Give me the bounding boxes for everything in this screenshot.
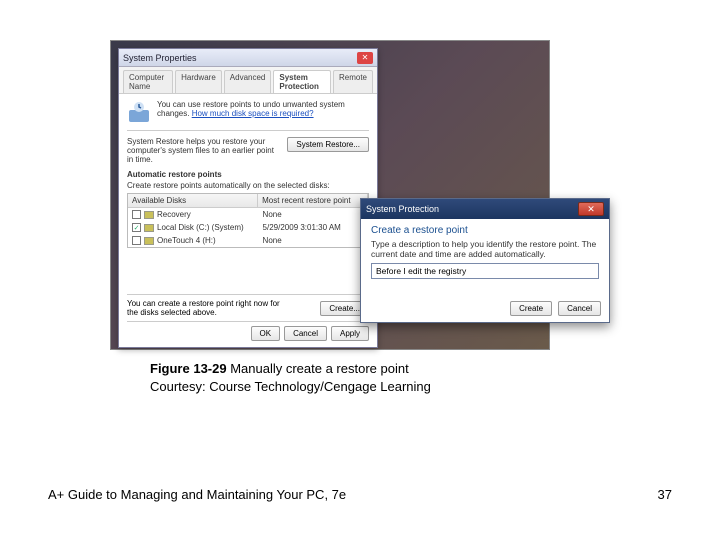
restore-description: System Restore helps you restore your co… bbox=[127, 137, 281, 164]
tab-system-protection[interactable]: System Protection bbox=[273, 70, 331, 93]
drive-icon bbox=[144, 224, 154, 232]
dialog-title: System Protection bbox=[366, 204, 439, 214]
drive-icon bbox=[144, 237, 154, 245]
checkbox-icon[interactable]: ✓ bbox=[132, 223, 141, 232]
create-description: You can create a restore point right now… bbox=[127, 299, 287, 317]
automatic-description: Create restore points automatically on t… bbox=[127, 181, 369, 190]
window-title: System Properties bbox=[123, 53, 197, 63]
drive-icon bbox=[144, 211, 154, 219]
table-header: Available Disks Most recent restore poin… bbox=[128, 194, 368, 208]
restore-point-description-input[interactable] bbox=[371, 263, 599, 279]
col-available-disks: Available Disks bbox=[128, 194, 258, 207]
disks-table: Available Disks Most recent restore poin… bbox=[127, 193, 369, 248]
apply-button[interactable]: Apply bbox=[331, 326, 369, 341]
table-row[interactable]: ✓Local Disk (C:) (System) 5/29/2009 3:01… bbox=[128, 221, 368, 234]
tab-strip: Computer Name Hardware Advanced System P… bbox=[119, 67, 377, 94]
footer-book-title: A+ Guide to Managing and Maintaining You… bbox=[48, 487, 346, 502]
table-row[interactable]: Recovery None bbox=[128, 208, 368, 221]
system-properties-window: System Properties ✕ Computer Name Hardwa… bbox=[118, 48, 378, 348]
dialog-buttons: OK Cancel Apply bbox=[127, 321, 369, 341]
system-properties-titlebar: System Properties ✕ bbox=[119, 49, 377, 67]
system-restore-button[interactable]: System Restore... bbox=[287, 137, 369, 152]
tab-advanced[interactable]: Advanced bbox=[224, 70, 272, 93]
checkbox-icon[interactable] bbox=[132, 236, 141, 245]
create-restore-point-dialog: System Protection ✕ Create a restore poi… bbox=[360, 198, 610, 323]
tab-remote[interactable]: Remote bbox=[333, 70, 373, 93]
page-number: 37 bbox=[658, 487, 672, 502]
cancel-button[interactable]: Cancel bbox=[284, 326, 327, 341]
checkbox-icon[interactable] bbox=[132, 210, 141, 219]
dialog-description: Type a description to help you identify … bbox=[371, 239, 599, 259]
system-properties-body: You can use restore points to undo unwan… bbox=[119, 94, 377, 254]
close-icon[interactable]: ✕ bbox=[578, 202, 604, 216]
dialog-heading: Create a restore point bbox=[371, 225, 599, 236]
dialog-titlebar: System Protection ✕ bbox=[361, 199, 609, 219]
table-row[interactable]: OneTouch 4 (H:) None bbox=[128, 234, 368, 247]
create-row: You can create a restore point right now… bbox=[127, 294, 369, 317]
automatic-heading: Automatic restore points bbox=[127, 170, 369, 179]
dialog-create-button[interactable]: Create bbox=[510, 301, 552, 316]
tab-hardware[interactable]: Hardware bbox=[175, 70, 222, 93]
close-icon[interactable]: ✕ bbox=[357, 52, 373, 64]
dialog-cancel-button[interactable]: Cancel bbox=[558, 301, 601, 316]
ok-button[interactable]: OK bbox=[251, 326, 281, 341]
disk-space-link[interactable]: How much disk space is required? bbox=[192, 109, 314, 118]
courtesy-line: Courtesy: Course Technology/Cengage Lear… bbox=[150, 379, 431, 394]
col-most-recent: Most recent restore point bbox=[258, 194, 368, 207]
divider bbox=[127, 130, 369, 131]
figure-caption: Figure 13-29 Manually create a restore p… bbox=[150, 360, 431, 395]
restore-icon bbox=[127, 100, 151, 124]
tab-computer-name[interactable]: Computer Name bbox=[123, 70, 173, 93]
intro-text: You can use restore points to undo unwan… bbox=[157, 100, 369, 124]
